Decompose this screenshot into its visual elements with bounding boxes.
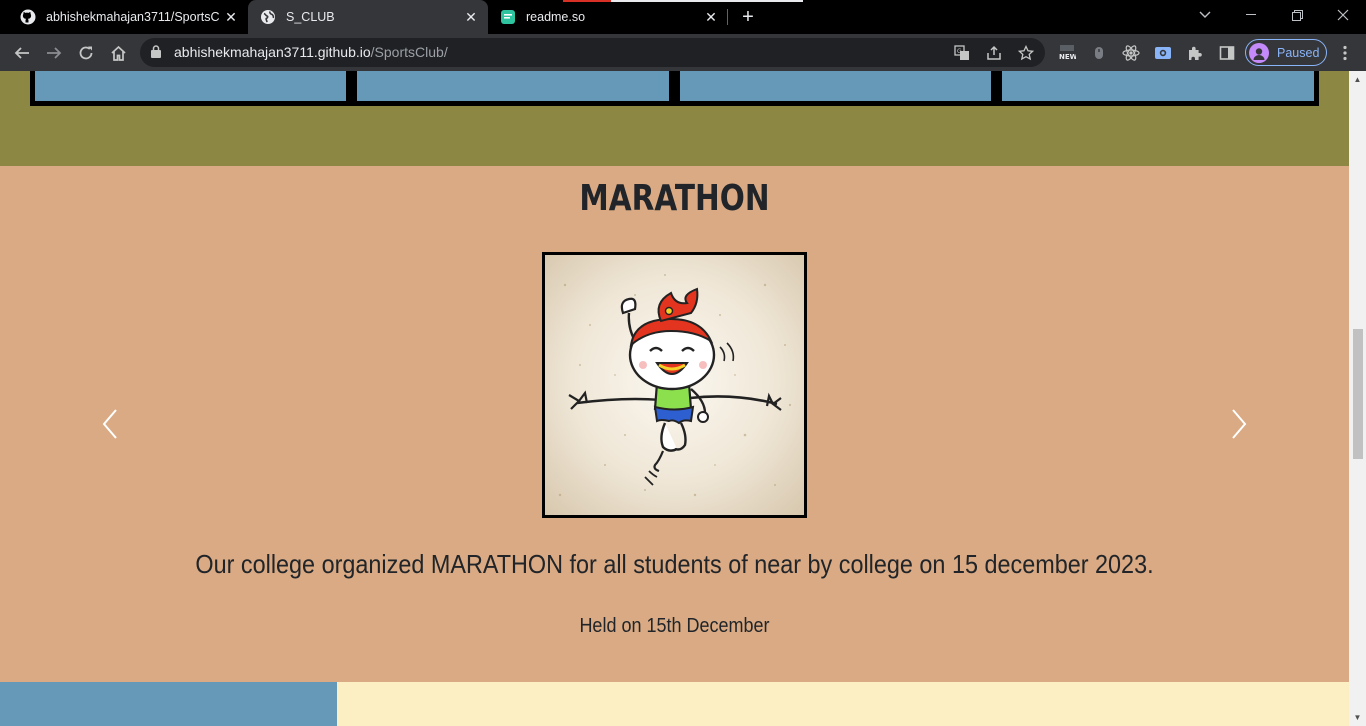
chevron-right-icon: [1232, 409, 1247, 439]
avatar: [1249, 42, 1269, 63]
url-host: abhishekmahajan3711.github.io: [174, 44, 371, 60]
menu-kebab-icon[interactable]: [1331, 39, 1359, 67]
new-tab-button[interactable]: +: [735, 4, 761, 30]
sport-card[interactable]: [357, 71, 669, 101]
marathon-image: [542, 252, 807, 518]
sport-card[interactable]: [35, 71, 346, 101]
lock-icon[interactable]: [151, 45, 161, 63]
svg-text:G: G: [957, 48, 962, 55]
scrollbar-thumb[interactable]: [1353, 329, 1363, 459]
extension-new-icon[interactable]: NEW: [1053, 39, 1081, 67]
scroll-down-icon[interactable]: ▼: [1353, 713, 1362, 722]
extension-mouse-icon[interactable]: [1085, 39, 1113, 67]
scroll-up-icon[interactable]: ▲: [1353, 75, 1362, 84]
tab-separator: [727, 9, 728, 25]
share-icon[interactable]: [982, 41, 1006, 65]
bookmark-star-icon[interactable]: [1014, 41, 1038, 65]
sport-card[interactable]: [680, 71, 991, 101]
readme-icon: [500, 9, 516, 25]
browser-toolbar: abhishekmahajan3711.github.io/SportsClub…: [0, 34, 1366, 71]
url-path: /SportsClub/: [370, 44, 448, 60]
section-title: MARATHON: [579, 178, 770, 219]
globe-icon: [260, 9, 276, 25]
tab-sclub[interactable]: S_CLUB ✕: [248, 0, 488, 34]
close-window-icon[interactable]: [1320, 0, 1366, 30]
extensions-puzzle-icon[interactable]: [1181, 39, 1209, 67]
close-icon[interactable]: ✕: [460, 6, 482, 28]
tab-title: abhishekmahajan3711/SportsClub: [46, 10, 220, 24]
carousel-prev-button[interactable]: [95, 404, 125, 444]
sports-cards-section: [0, 71, 1349, 166]
restore-icon[interactable]: [1274, 0, 1320, 30]
forward-icon[interactable]: [40, 39, 68, 67]
url-text[interactable]: abhishekmahajan3711.github.io/SportsClub…: [174, 44, 448, 60]
back-icon[interactable]: [8, 39, 36, 67]
screen-capture-icon[interactable]: [1149, 39, 1177, 67]
profile-status: Paused: [1277, 45, 1320, 60]
chevron-left-icon: [102, 409, 117, 439]
github-icon: [20, 9, 36, 25]
carousel-next-button[interactable]: [1224, 404, 1254, 444]
translate-icon[interactable]: G: [950, 41, 974, 65]
marathon-description: Our college organized MARATHON for all s…: [195, 549, 1154, 579]
page-viewport: MARATHON Our college organized MARATHON …: [0, 71, 1349, 726]
address-bar[interactable]: abhishekmahajan3711.github.io/SportsClub…: [140, 38, 1045, 67]
close-icon[interactable]: ✕: [220, 6, 242, 28]
cards-frame: [30, 71, 1319, 106]
tab-github[interactable]: abhishekmahajan3711/SportsClub ✕: [8, 0, 248, 34]
tab-search-icon[interactable]: [1182, 0, 1228, 30]
reload-icon[interactable]: [72, 39, 100, 67]
extension-badge: NEW: [1059, 53, 1076, 61]
next-section-left-panel: [0, 682, 337, 726]
marathon-carousel-section: MARATHON Our college organized MARATHON …: [0, 166, 1349, 682]
browser-tab-strip: abhishekmahajan3711/SportsClub ✕ S_CLUB …: [0, 0, 1366, 34]
next-section-right-panel: [337, 682, 1349, 726]
minimize-icon[interactable]: [1228, 0, 1274, 30]
side-panel-icon[interactable]: [1213, 39, 1241, 67]
tab-title: readme.so: [526, 10, 586, 24]
page-scrollbar[interactable]: ▲ ▼: [1349, 71, 1366, 726]
home-icon[interactable]: [104, 39, 132, 67]
close-icon[interactable]: ✕: [700, 6, 722, 28]
react-devtools-icon[interactable]: [1117, 39, 1145, 67]
sport-card[interactable]: [1002, 71, 1314, 101]
tab-title: S_CLUB: [286, 10, 335, 24]
marathon-held-date: Held on 15th December: [579, 615, 770, 637]
profile-paused-button[interactable]: Paused: [1245, 39, 1327, 66]
tab-readme[interactable]: readme.so ✕: [488, 0, 728, 34]
